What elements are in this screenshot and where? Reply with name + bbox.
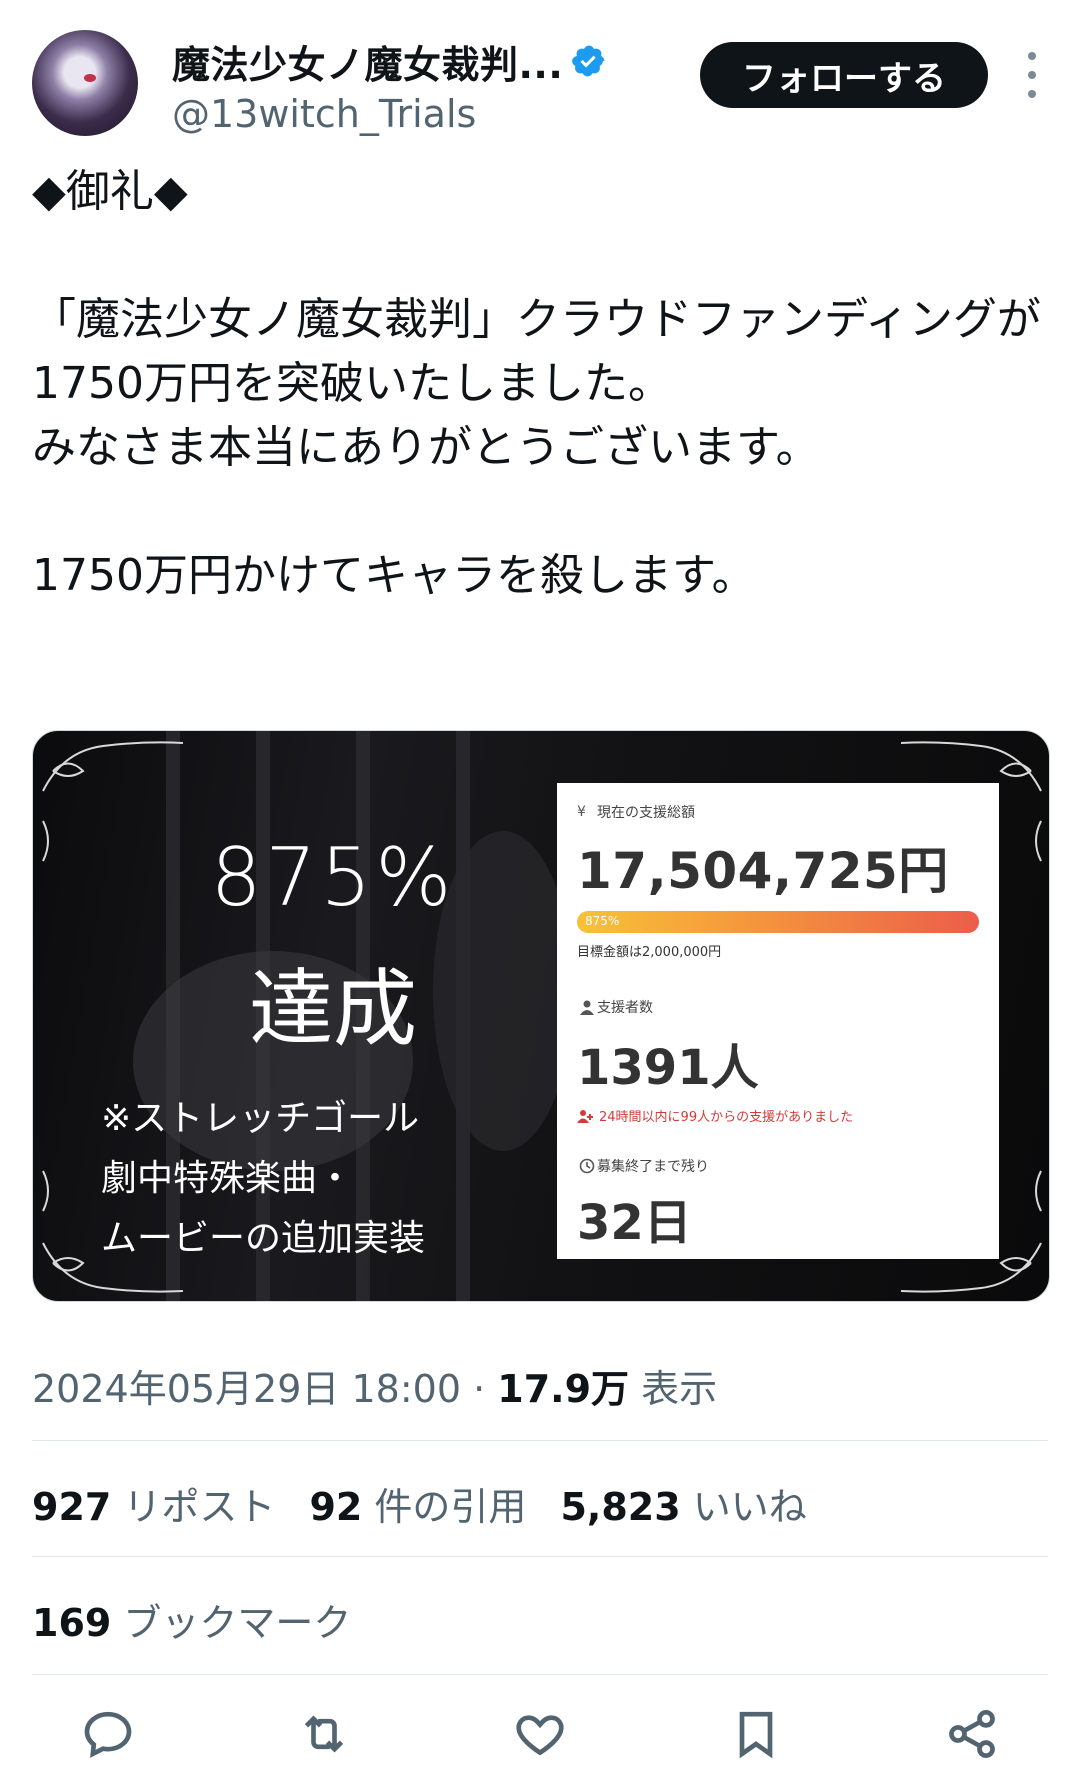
quotes-stat[interactable]: 92 件の引用 <box>309 1476 526 1531</box>
share-icon[interactable] <box>944 1706 1000 1762</box>
achievement-percent: 875% <box>210 831 456 924</box>
follow-button[interactable]: フォローする <box>700 42 988 108</box>
like-icon[interactable] <box>512 1706 568 1762</box>
person-icon <box>580 1000 594 1015</box>
person-plus-icon <box>577 1109 593 1123</box>
recent-support-row: 24時間以内に99人からの支援がありました <box>577 1106 979 1125</box>
stretch-goal-text: ※ストレッチゴール 劇中特殊楽曲・ ムービーの追加実装 <box>101 1098 426 1259</box>
goal-text: 目標金額は2,000,000円 <box>577 945 722 960</box>
divider <box>32 1440 1048 1441</box>
reposts-label: リポスト <box>123 1485 276 1529</box>
recent-support-text: 24時間以内に99人からの支援がありました <box>599 1110 854 1125</box>
verified-badge-icon <box>572 45 605 77</box>
avatar[interactable] <box>32 30 138 136</box>
repost-icon[interactable] <box>296 1706 352 1762</box>
views-count: 17.9万 <box>497 1367 630 1411</box>
divider <box>32 1556 1048 1557</box>
tweet-text: ◆御礼◆ 「魔法少女ノ魔女裁判」クラウドファンディングが 1750万円を突破いた… <box>32 166 1041 601</box>
backers-label: 支援者数 <box>597 1000 653 1016</box>
total-label-row: ¥ 現在の支援総額 <box>577 801 979 823</box>
progress-bar: 875% <box>577 911 979 933</box>
total-amount: 17,504,725円 <box>577 842 949 900</box>
remaining-label-row: 募集終了まで残り <box>577 1155 979 1177</box>
divider <box>32 1674 1048 1675</box>
funding-panel: ¥ 現在の支援総額 17,504,725円 875% 目標金額は2,000,00… <box>557 783 999 1259</box>
bookmarks-count: 169 <box>32 1601 112 1645</box>
bookmark-icon[interactable] <box>728 1706 784 1762</box>
backers-label-row: 支援者数 <box>577 996 979 1018</box>
views-label: 表示 <box>641 1367 718 1411</box>
total-label: 現在の支援総額 <box>597 805 695 821</box>
display-name[interactable]: 魔法少女ノ魔女裁判... <box>172 34 563 89</box>
handle[interactable]: @13witch_Trials <box>172 92 476 136</box>
action-bar <box>0 1706 1080 1766</box>
bookmarks-label: ブックマーク <box>123 1601 352 1645</box>
clock-icon <box>579 1158 595 1174</box>
bookmarks-stat[interactable]: 169 ブックマーク <box>32 1592 351 1647</box>
name-row: 魔法少女ノ魔女裁判... <box>172 34 607 89</box>
quotes-label: 件の引用 <box>374 1485 527 1529</box>
remaining-days: 32日 <box>577 1195 692 1251</box>
reposts-stat[interactable]: 927 リポスト <box>32 1476 275 1531</box>
yen-icon: ¥ <box>577 804 586 820</box>
remaining-label: 募集終了まで残り <box>597 1159 709 1175</box>
tweet-header: 魔法少女ノ魔女裁判... @13witch_Trials フォローする <box>32 30 1048 140</box>
more-icon[interactable] <box>1022 52 1042 98</box>
engagement-stats: 927 リポスト 92 件の引用 5,823 いいね <box>32 1476 807 1531</box>
likes-count: 5,823 <box>560 1485 681 1529</box>
likes-stat[interactable]: 5,823 いいね <box>560 1476 806 1531</box>
quotes-count: 92 <box>309 1485 363 1529</box>
reposts-count: 927 <box>32 1485 112 1529</box>
achievement-word: 達成 <box>248 960 417 1058</box>
backers-count: 1391人 <box>577 1040 759 1096</box>
timestamp[interactable]: 2024年05月29日 18:00 <box>32 1367 461 1411</box>
tweet-media[interactable]: 875% 達成 ※ストレッチゴール 劇中特殊楽曲・ ムービーの追加実装 ¥ 現在… <box>32 730 1050 1302</box>
reply-icon[interactable] <box>80 1706 136 1762</box>
progress-label: 875% <box>585 914 620 928</box>
achievement-block: 875% 達成 <box>183 831 483 1063</box>
tweet-meta: 2024年05月29日 18:00 · 17.9万 表示 <box>32 1358 717 1413</box>
likes-label: いいね <box>692 1485 807 1529</box>
meta-separator: · <box>473 1367 486 1411</box>
